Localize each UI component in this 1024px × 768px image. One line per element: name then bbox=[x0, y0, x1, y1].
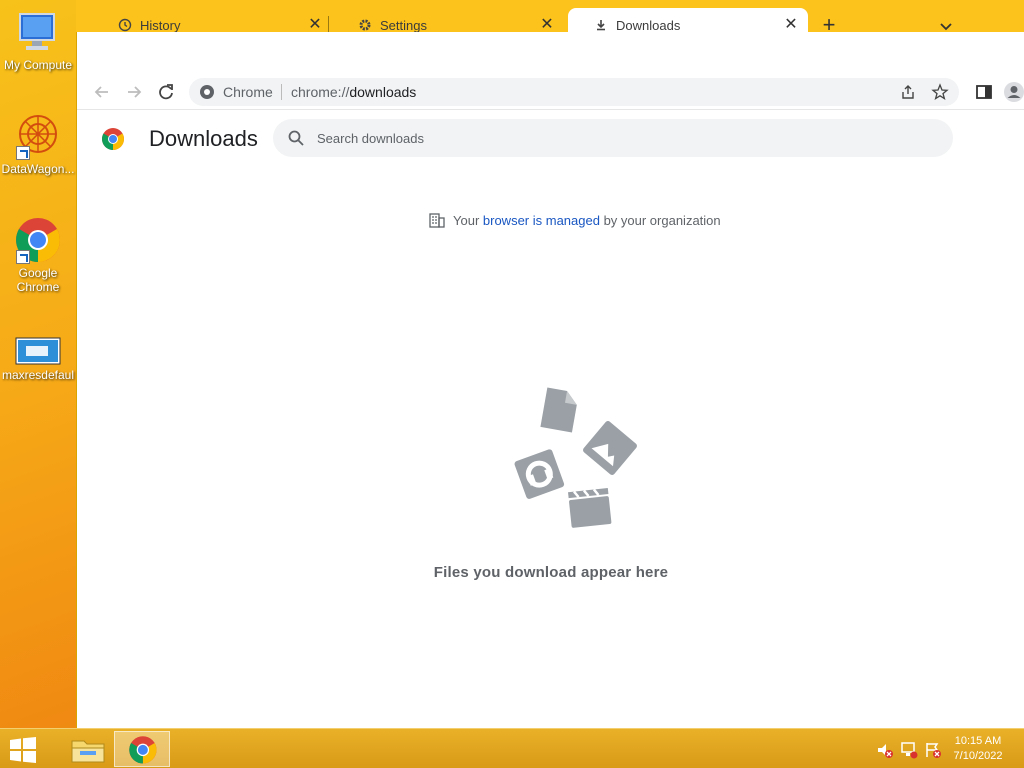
search-box[interactable] bbox=[273, 119, 953, 157]
desktop-icon-my-computer[interactable]: My Compute bbox=[0, 8, 76, 72]
browser-toolbar: Chrome chrome://downloads bbox=[77, 74, 1024, 110]
history-icon bbox=[118, 18, 132, 32]
start-button[interactable] bbox=[8, 737, 38, 763]
downloads-header: Downloads bbox=[77, 110, 1024, 166]
search-input[interactable] bbox=[317, 128, 917, 148]
desktop-icon-label: My Compute bbox=[3, 58, 73, 72]
tab-title: Settings bbox=[380, 17, 427, 33]
arrow-right-icon bbox=[128, 86, 142, 98]
empty-state-illustration bbox=[510, 386, 640, 536]
share-button[interactable] bbox=[899, 83, 917, 104]
clock[interactable]: 10:15 AM 7/10/2022 bbox=[950, 734, 1006, 764]
back-button[interactable] bbox=[91, 81, 113, 103]
share-icon bbox=[902, 85, 914, 99]
managed-link[interactable]: browser is managed bbox=[483, 213, 600, 228]
chrome-logo-icon bbox=[101, 127, 125, 156]
managed-prefix: Your bbox=[453, 213, 483, 228]
browser-title-bar[interactable]: History ✕ Settings ✕ Downloads ✕ + bbox=[76, 0, 1024, 42]
managed-notice: Your browser is managed by your organiza… bbox=[429, 212, 721, 231]
profile-button[interactable] bbox=[1003, 81, 1024, 103]
desktop-icon-label: maxresdefaul bbox=[1, 368, 75, 382]
taskbar-chrome[interactable] bbox=[114, 731, 170, 767]
windows-logo-icon bbox=[10, 737, 36, 763]
chrome-icon bbox=[129, 736, 157, 764]
reload-icon bbox=[159, 84, 173, 100]
download-icon bbox=[594, 18, 608, 32]
url-scheme: chrome:// bbox=[291, 84, 350, 100]
computer-icon bbox=[14, 8, 62, 56]
shortcut-arrow-icon bbox=[16, 146, 30, 160]
desktop-icon-datawagon[interactable]: DataWagon... bbox=[0, 112, 76, 176]
datawagon-icon bbox=[14, 112, 62, 160]
speaker-muted-icon[interactable] bbox=[876, 741, 894, 764]
omnibox-divider bbox=[281, 84, 282, 100]
side-panel-button[interactable] bbox=[973, 81, 995, 103]
tab-title: History bbox=[140, 17, 181, 33]
forward-button[interactable] bbox=[123, 81, 145, 103]
taskbar: 10:15 AM 7/10/2022 bbox=[0, 728, 1024, 768]
reload-button[interactable] bbox=[155, 81, 177, 103]
image-icon bbox=[583, 421, 637, 475]
side-panel-icon bbox=[976, 85, 992, 99]
action-center-flag-icon[interactable] bbox=[924, 741, 942, 764]
image-file-icon bbox=[14, 336, 62, 366]
clock-date: 7/10/2022 bbox=[953, 750, 1003, 762]
arrow-left-icon bbox=[94, 86, 108, 98]
chrome-icon bbox=[14, 216, 62, 264]
taskbar-file-explorer[interactable] bbox=[60, 731, 116, 767]
page-title: Downloads bbox=[149, 126, 258, 151]
shortcut-arrow-icon bbox=[16, 250, 30, 264]
system-tray bbox=[872, 741, 952, 759]
avatar-icon bbox=[1004, 82, 1024, 102]
search-icon bbox=[287, 129, 305, 152]
audio-icon bbox=[514, 449, 565, 499]
url-text: chrome://downloads bbox=[291, 84, 416, 100]
desktop-icon-label: Google Chrome bbox=[16, 266, 60, 294]
video-icon bbox=[568, 488, 612, 528]
network-icon[interactable] bbox=[900, 741, 918, 764]
url-path: downloads bbox=[349, 84, 417, 100]
gear-icon bbox=[358, 18, 372, 32]
star-icon bbox=[931, 83, 949, 101]
desktop-icon-label: DataWagon... bbox=[1, 162, 75, 176]
desktop-icon-maxresdefault[interactable]: maxresdefaul bbox=[0, 336, 76, 382]
chrome-site-icon bbox=[199, 84, 215, 103]
tab-title: Downloads bbox=[616, 17, 681, 33]
clock-time: 10:15 AM bbox=[954, 735, 1002, 747]
empty-state-message: Files you download appear here bbox=[433, 564, 669, 581]
building-icon bbox=[429, 212, 445, 231]
file-icon bbox=[540, 387, 577, 433]
managed-suffix: by your organization bbox=[599, 213, 721, 228]
browser-window: Chrome chrome://downloads Downloads Sear… bbox=[76, 32, 1024, 728]
address-bar[interactable]: Chrome chrome://downloads bbox=[189, 78, 959, 106]
bookmark-button[interactable] bbox=[931, 83, 949, 104]
site-chip: Chrome bbox=[223, 84, 273, 100]
downloads-page: Downloads Your browser is managed by you… bbox=[77, 110, 1024, 728]
folder-icon bbox=[71, 740, 105, 763]
desktop-icon-google-chrome[interactable]: Google Chrome bbox=[0, 216, 76, 294]
